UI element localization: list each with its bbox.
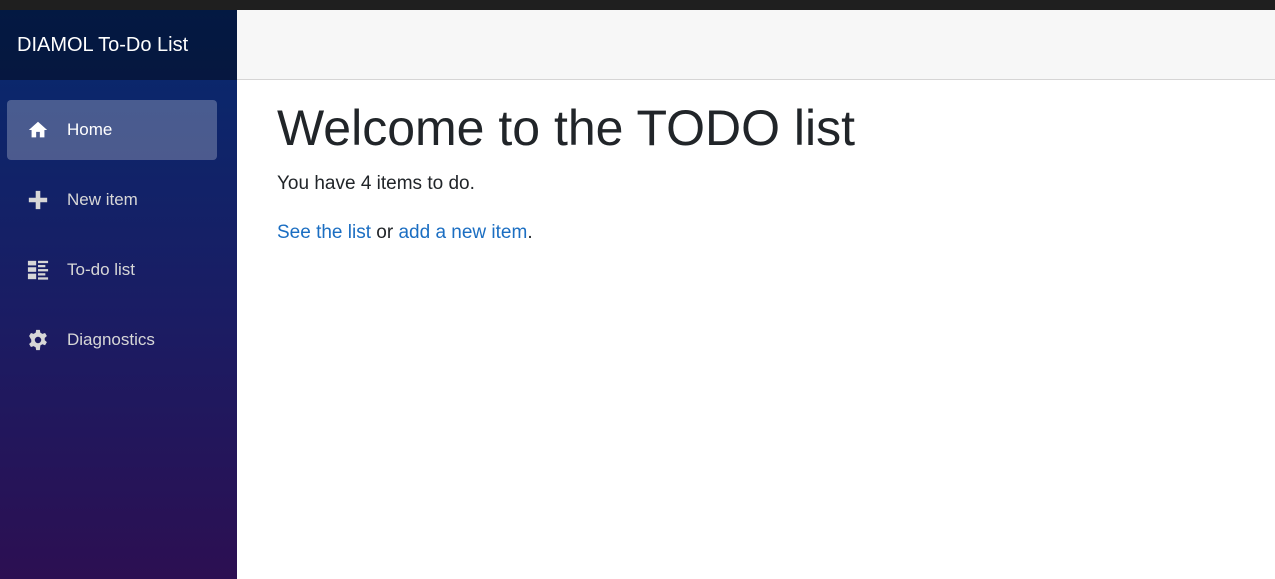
sidebar-item-label: Home xyxy=(67,120,113,139)
sidebar-item-new-item[interactable]: New item xyxy=(7,170,217,230)
see-list-link[interactable]: See the list xyxy=(277,222,371,243)
sidebar-item-home[interactable]: Home xyxy=(7,100,217,160)
sidebar-item-label: Diagnostics xyxy=(67,330,155,349)
sidebar-item-label: New item xyxy=(67,190,138,209)
list-icon xyxy=(26,258,50,282)
top-bar xyxy=(237,10,1275,80)
home-icon xyxy=(26,118,50,142)
app-brand[interactable]: DIAMOL To-Do List xyxy=(0,10,237,80)
sidebar-item-todo-list[interactable]: To-do list xyxy=(7,240,217,300)
link-connector: or xyxy=(376,221,394,243)
page-title: Welcome to the TODO list xyxy=(277,100,855,156)
link-end-punctuation: . xyxy=(527,221,533,243)
sidebar-item-diagnostics[interactable]: Diagnostics xyxy=(7,310,217,370)
main-content: Welcome to the TODO list You have 4 item… xyxy=(277,101,1257,269)
window-top-strip xyxy=(0,0,1275,10)
items-summary: You have 4 items to do. xyxy=(277,173,475,194)
sidebar-item-label: To-do list xyxy=(67,260,136,279)
sidebar: DIAMOL To-Do List Home New item To-do li… xyxy=(0,10,237,579)
plus-icon xyxy=(26,188,50,212)
gear-icon xyxy=(26,328,50,352)
sidebar-nav: Home New item To-do list Diagnostics xyxy=(0,80,237,370)
add-item-link[interactable]: add a new item xyxy=(398,222,527,243)
links-paragraph: See the list or add a new item. xyxy=(277,221,1257,246)
